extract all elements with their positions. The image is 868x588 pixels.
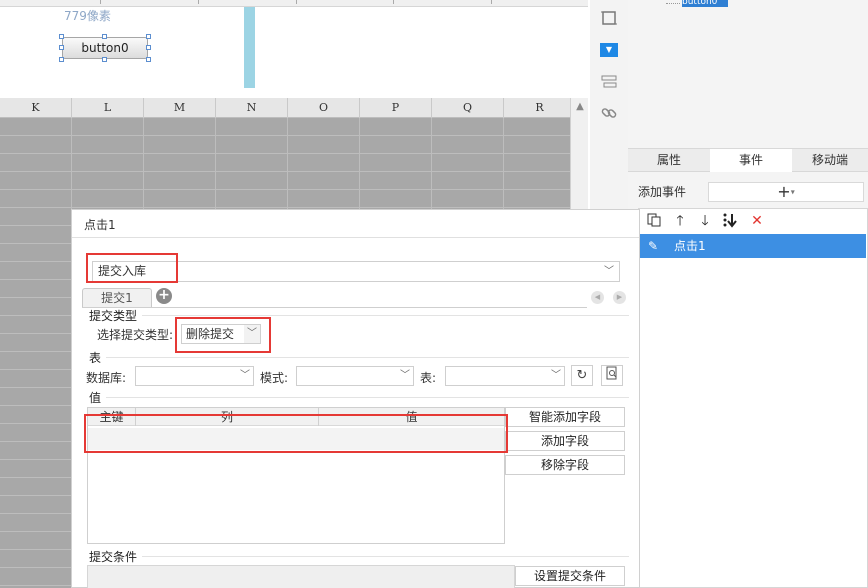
preview-icon[interactable] xyxy=(601,365,623,386)
schema-select[interactable]: ﹀ xyxy=(296,366,414,386)
section-divider xyxy=(142,556,629,557)
event-item-label: 点击1 xyxy=(674,239,706,253)
resize-handle[interactable] xyxy=(59,45,64,50)
column-header[interactable]: Q xyxy=(432,98,504,118)
triangle-up-icon[interactable]: ▲ xyxy=(571,98,588,116)
add-event-label: 添加事件 xyxy=(638,185,687,199)
refresh-icon[interactable]: ↻ xyxy=(571,365,593,386)
table-section: 表 xyxy=(89,351,102,365)
ruler-tick xyxy=(100,0,101,4)
tab-mobile[interactable]: 移动端 xyxy=(792,149,868,172)
ruler-tick xyxy=(393,0,394,4)
link-icon[interactable] xyxy=(599,104,619,124)
condition-section: 提交条件 xyxy=(89,550,138,564)
right-panel: button0 属性 事件 移动端 添加事件 +▾ 🡑 🡓 ✕ ✎ 点击1 xyxy=(628,0,868,588)
remove-field-button[interactable]: 移除字段 xyxy=(505,455,625,475)
widget-toolbar: ▼ xyxy=(590,0,628,210)
horizontal-ruler xyxy=(0,0,588,7)
caret-down-icon: ▾ xyxy=(790,187,795,197)
tab-submit1[interactable]: 提交1 xyxy=(82,288,152,308)
section-divider xyxy=(142,315,629,316)
add-field-button[interactable]: 添加字段 xyxy=(505,431,625,451)
delete-icon[interactable]: ✕ xyxy=(748,212,766,230)
plus-icon: + xyxy=(777,182,791,201)
highlight-action-type xyxy=(86,253,178,283)
ruler-tick xyxy=(296,0,297,4)
values-section: 值 xyxy=(89,391,102,405)
tree-connector xyxy=(666,0,680,4)
highlight-values-row xyxy=(84,414,508,453)
submit-type-section: 提交类型 xyxy=(89,309,138,323)
resize-handle[interactable] xyxy=(146,57,151,62)
database-label: 数据库: xyxy=(86,371,127,385)
resize-handle[interactable] xyxy=(102,57,107,62)
title-divider xyxy=(72,237,639,238)
layout-list-icon[interactable] xyxy=(599,73,619,93)
column-header[interactable]: O xyxy=(288,98,360,118)
column-header-row: K L M N O P Q R xyxy=(0,98,588,118)
chevron-down-icon: ﹀ xyxy=(400,370,410,381)
edit-pencil-icon[interactable]: ✎ xyxy=(644,237,662,255)
arrow-up-icon[interactable]: 🡑 xyxy=(671,212,689,230)
resize-handle[interactable] xyxy=(59,34,64,39)
table-label: 表: xyxy=(420,371,437,385)
tree-node-button0[interactable]: button0 xyxy=(682,0,728,7)
add-event-button[interactable]: +▾ xyxy=(708,182,864,202)
tab-properties[interactable]: 属性 xyxy=(628,149,710,172)
resize-handle[interactable] xyxy=(102,34,107,39)
chevron-down-icon: ﹀ xyxy=(551,370,561,381)
set-condition-button[interactable]: 设置提交条件 xyxy=(515,566,625,586)
table-select[interactable]: ﹀ xyxy=(445,366,565,386)
button0-widget[interactable]: button0 xyxy=(62,37,148,59)
event-list-panel: 🡑 🡓 ✕ ✎ 点击1 xyxy=(638,208,868,588)
dropdown-widget-icon[interactable]: ▼ xyxy=(600,43,618,57)
resize-handle[interactable] xyxy=(146,34,151,39)
pixel-size-label: 779像素 xyxy=(64,9,111,23)
column-header[interactable]: K xyxy=(0,98,72,118)
dialog-title: 点击1 xyxy=(84,218,116,232)
ruler-tick xyxy=(198,0,199,4)
copy-icon[interactable] xyxy=(645,212,663,230)
column-header[interactable]: N xyxy=(216,98,288,118)
move-bottom-icon[interactable] xyxy=(721,212,739,230)
crop-frame-icon[interactable] xyxy=(599,9,619,29)
smart-add-field-button[interactable]: 智能添加字段 xyxy=(505,407,625,427)
chevron-down-icon: ﹀ xyxy=(604,266,614,277)
event-toolbar: 🡑 🡓 ✕ xyxy=(639,209,867,233)
arrow-down-icon[interactable]: 🡓 xyxy=(696,212,714,230)
database-select[interactable]: ﹀ xyxy=(135,366,254,386)
column-header[interactable]: P xyxy=(360,98,432,118)
panel-tabs: 属性 事件 移动端 xyxy=(628,148,868,172)
tab-next-icon[interactable]: ▶ xyxy=(613,291,626,304)
add-tab-icon[interactable]: + xyxy=(156,288,172,304)
highlight-submit-type xyxy=(175,317,271,353)
resize-handle[interactable] xyxy=(146,45,151,50)
ruler-tick xyxy=(491,0,492,4)
column-header[interactable]: R xyxy=(504,98,576,118)
section-divider xyxy=(106,397,629,398)
submit-type-label: 选择提交类型: xyxy=(97,328,174,342)
tab-underline xyxy=(82,307,587,308)
tab-prev-icon[interactable]: ◀ xyxy=(591,291,604,304)
guide-band xyxy=(244,7,255,88)
column-header[interactable]: L xyxy=(72,98,144,118)
chevron-down-icon: ﹀ xyxy=(240,370,250,381)
condition-area[interactable] xyxy=(87,565,515,588)
section-divider xyxy=(106,357,629,358)
design-canvas[interactable]: 779像素 button0 xyxy=(0,0,588,88)
schema-label: 模式: xyxy=(260,371,289,385)
column-header[interactable]: M xyxy=(144,98,216,118)
event-item[interactable]: ✎ 点击1 xyxy=(640,234,866,258)
resize-handle[interactable] xyxy=(59,57,64,62)
tab-events[interactable]: 事件 xyxy=(710,149,792,172)
